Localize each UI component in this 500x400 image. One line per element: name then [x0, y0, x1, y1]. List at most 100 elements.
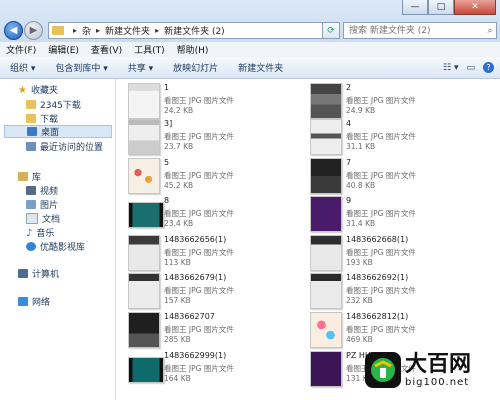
image-thumbnail	[310, 119, 342, 155]
refresh-button[interactable]: ⟳	[322, 22, 340, 39]
sidebar-item-network[interactable]: 网络	[18, 295, 50, 308]
sidebar-item-music[interactable]: ♪ 音乐	[26, 226, 54, 239]
forward-button[interactable]: ▶	[24, 21, 43, 40]
file-size: 469 KB	[346, 335, 373, 344]
close-button[interactable]: ✕	[454, 0, 496, 15]
sidebar-item-downloads[interactable]: 下载	[26, 112, 58, 125]
file-type: 看图王 JPG 图片文件	[346, 171, 416, 180]
file-name: 7	[346, 158, 352, 167]
picture-icon	[26, 200, 36, 209]
image-thumbnail	[128, 357, 164, 383]
sidebar-item-recent-places[interactable]: 最近访问的位置	[26, 140, 103, 153]
sidebar-item-pictures[interactable]: 图片	[26, 198, 58, 211]
image-thumbnail	[310, 351, 342, 387]
back-button[interactable]: ◀	[4, 21, 23, 40]
file-item[interactable]: 1483662999(1) 看图王 JPG 图片文件 164 KB	[128, 351, 298, 387]
share-button[interactable]: 共享 ▾	[118, 61, 163, 74]
file-item[interactable]: 1483662692(1) 看图王 JPG 图片文件 232 KB	[310, 273, 480, 309]
breadcrumb-segment[interactable]: 新建文件夹	[105, 24, 150, 37]
file-item[interactable]: 1 看图王 JPG 图片文件 24.2 KB	[128, 83, 298, 119]
file-item[interactable]: 4 看图王 JPG 图片文件 31.1 KB	[310, 119, 480, 155]
file-name: 1483662812(1)	[346, 312, 409, 321]
menu-view[interactable]: 查看(V)	[85, 43, 128, 56]
file-type: 看图王 JPG 图片文件	[346, 248, 416, 257]
command-bar: 组织 ▾ 包含到库中 ▾ 共享 ▾ 放映幻灯片 新建文件夹 ☷ ▾ ▭ ?	[0, 57, 500, 79]
sidebar-item-2345-downloads[interactable]: 2345下载	[26, 98, 81, 111]
file-size: 285 KB	[164, 335, 191, 344]
sidebar-item-computer[interactable]: 计算机	[18, 267, 59, 280]
document-icon	[26, 213, 38, 224]
file-type: 看图王 JPG 图片文件	[164, 325, 234, 334]
breadcrumb-segment[interactable]: 新建文件夹 (2)	[164, 24, 225, 37]
watermark-logo: 大百网 big100.net	[365, 352, 471, 388]
favorites-header[interactable]: ★ 收藏夹	[18, 83, 58, 96]
menu-edit[interactable]: 编辑(E)	[42, 43, 85, 56]
minimize-button[interactable]: —	[402, 0, 428, 15]
library-icon	[18, 172, 28, 181]
network-icon	[18, 297, 28, 306]
menu-help[interactable]: 帮助(H)	[171, 43, 215, 56]
search-input[interactable]	[344, 24, 484, 37]
file-name: 1483662707	[164, 312, 215, 321]
sidebar-item-youku-library[interactable]: 优酷影视库	[26, 240, 85, 253]
window-controls: — □ ✕	[402, 0, 496, 15]
file-item[interactable]: 1483662679(1) 看图王 JPG 图片文件 157 KB	[128, 273, 298, 309]
file-type: 看图王 JPG 图片文件	[346, 132, 416, 141]
view-options-icon[interactable]: ☷ ▾	[443, 63, 458, 73]
file-item[interactable]: 1483662707 看图王 JPG 图片文件 285 KB	[128, 312, 298, 348]
file-name: 2	[346, 83, 352, 92]
file-type: 看图王 JPG 图片文件	[164, 96, 234, 105]
sidebar-item-desktop[interactable]: 桌面	[4, 125, 112, 138]
file-type: 看图王 JPG 图片文件	[164, 209, 234, 218]
search-box[interactable]: ⌕	[343, 22, 497, 39]
file-item[interactable]: 1483662668(1) 看图王 JPG 图片文件 193 KB	[310, 235, 480, 271]
file-name: 1483662656(1)	[164, 235, 227, 244]
image-thumbnail	[310, 158, 342, 194]
menu-file[interactable]: 文件(F)	[0, 43, 42, 56]
image-thumbnail	[310, 83, 342, 119]
file-size: 24.9 KB	[346, 106, 376, 115]
address-bar[interactable]: ▸ 杂 ▸ 新建文件夹 ▸ 新建文件夹 (2) ▾	[48, 22, 338, 39]
search-icon[interactable]: ⌕	[484, 26, 496, 36]
image-thumbnail	[128, 202, 164, 228]
sidebar-item-videos[interactable]: 视频	[26, 184, 58, 197]
file-size: 113 KB	[164, 258, 191, 267]
sidebar-item-documents[interactable]: 文档	[26, 212, 60, 225]
image-thumbnail	[310, 235, 342, 271]
menu-tools[interactable]: 工具(T)	[128, 43, 171, 56]
help-icon[interactable]: ?	[483, 62, 494, 73]
libraries-header[interactable]: 库	[18, 170, 41, 183]
breadcrumb-separator-icon: ▸	[96, 26, 101, 35]
maximize-button[interactable]: □	[428, 0, 454, 15]
file-type: 看图王 JPG 图片文件	[164, 171, 234, 180]
new-folder-button[interactable]: 新建文件夹	[228, 61, 293, 74]
image-thumbnail	[128, 273, 160, 309]
file-item[interactable]: 2 看图王 JPG 图片文件 24.9 KB	[310, 83, 480, 119]
arrow-left-icon: ◀	[9, 25, 18, 36]
slideshow-button[interactable]: 放映幻灯片	[163, 61, 228, 74]
file-item[interactable]: 1483662812(1) 看图王 JPG 图片文件 469 KB	[310, 312, 480, 348]
breadcrumb-segment[interactable]: 杂	[82, 24, 91, 37]
file-item[interactable]: 1483662656(1) 看图王 JPG 图片文件 113 KB	[128, 235, 298, 271]
file-type: 看图王 JPG 图片文件	[164, 286, 234, 295]
preview-pane-icon[interactable]: ▭	[466, 63, 475, 73]
file-size: 23.7 KB	[164, 142, 194, 151]
file-item[interactable]: 3] 看图王 JPG 图片文件 23.7 KB	[128, 119, 298, 155]
file-size: 31.4 KB	[346, 219, 376, 228]
file-type: 看图王 JPG 图片文件	[164, 132, 234, 141]
file-type: 看图王 JPG 图片文件	[346, 286, 416, 295]
watermark-text: 大百网 big100.net	[405, 351, 472, 388]
breadcrumb-separator-icon: ▸	[155, 26, 160, 35]
downloads-folder-icon	[26, 114, 36, 123]
file-item[interactable]: 5 看图王 JPG 图片文件 45.2 KB	[128, 158, 298, 194]
file-item[interactable]: 7 看图王 JPG 图片文件 40.8 KB	[310, 158, 480, 194]
file-name: 8	[164, 196, 170, 205]
file-item[interactable]: 8 看图王 JPG 图片文件 23.4 KB	[128, 196, 298, 232]
file-type: 看图王 JPG 图片文件	[346, 209, 416, 218]
organize-button[interactable]: 组织 ▾	[0, 61, 45, 74]
image-thumbnail	[128, 312, 160, 348]
include-in-library-button[interactable]: 包含到库中 ▾	[45, 61, 117, 74]
image-thumbnail	[310, 273, 342, 309]
folder-icon	[26, 100, 36, 109]
file-item[interactable]: 9 看图王 JPG 图片文件 31.4 KB	[310, 196, 480, 232]
